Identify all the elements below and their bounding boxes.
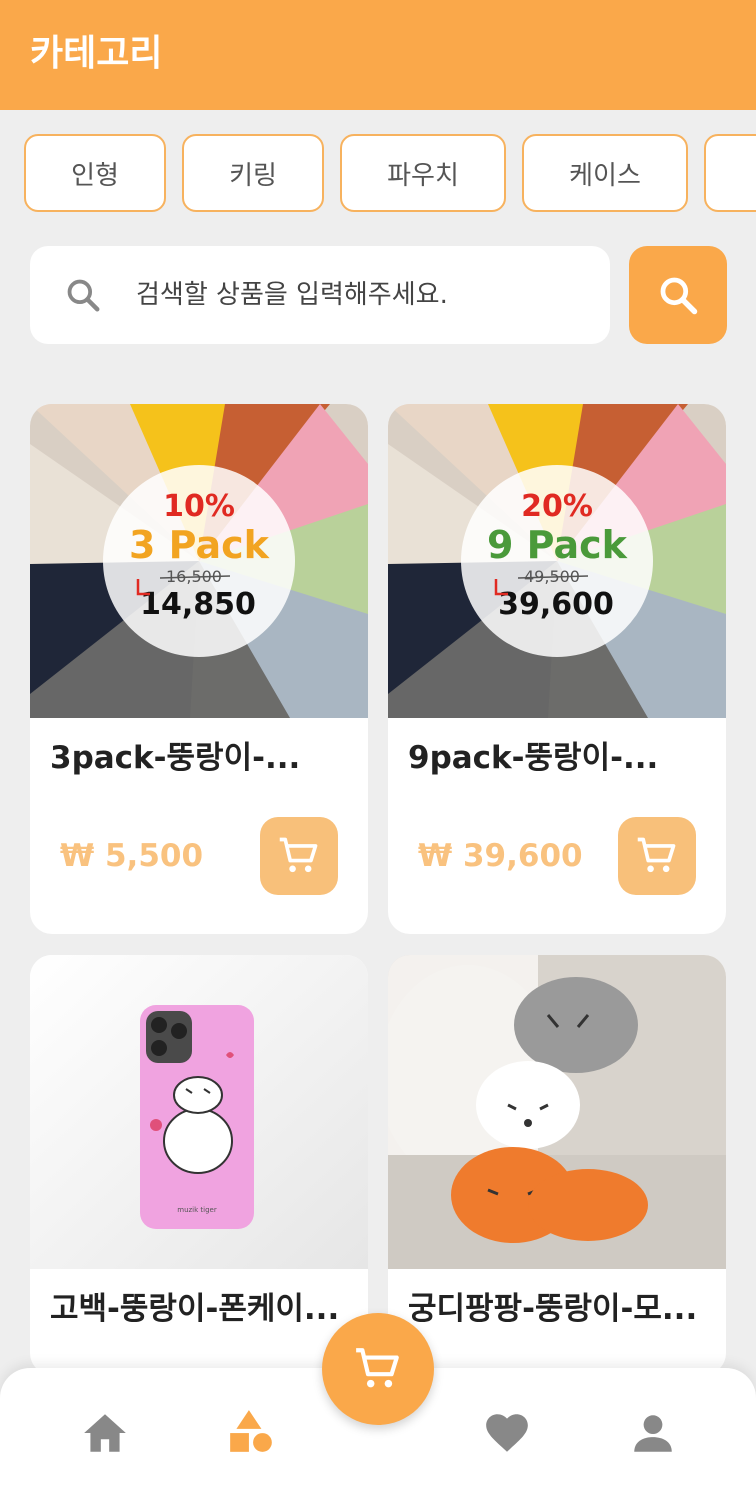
product-price: ₩ 39,600 — [418, 838, 583, 874]
product-name[interactable]: 3pack-뚱랑이-... — [50, 738, 350, 778]
pack-label: 3 Pack — [129, 523, 270, 567]
search-icon — [67, 279, 100, 312]
category-chip-pouch[interactable]: 파우치 — [340, 134, 506, 212]
shapes-icon[interactable] — [226, 1406, 276, 1456]
home-icon[interactable] — [80, 1408, 130, 1458]
product-image[interactable] — [388, 955, 726, 1269]
add-to-cart-button[interactable] — [618, 817, 696, 895]
discount-percent: 20% — [521, 489, 593, 524]
search-input[interactable]: 검색할 상품을 입력해주세요. — [136, 276, 448, 314]
category-chip-more[interactable] — [704, 134, 756, 212]
product-card[interactable]: muzik tiger 고백-뚱랑이-폰케이... — [30, 955, 368, 1375]
cart-fab-button[interactable] — [322, 1313, 434, 1425]
cart-icon — [356, 1348, 399, 1388]
cart-icon — [279, 837, 318, 873]
product-price: ₩ 5,500 — [60, 838, 204, 874]
cart-icon — [637, 837, 676, 873]
product-card[interactable]: 20% 9 Pack 49,500 39,600 9pack-뚱랑이-... ₩… — [388, 404, 726, 934]
heart-icon[interactable] — [482, 1408, 532, 1458]
add-to-cart-button[interactable] — [260, 817, 338, 895]
person-icon[interactable] — [628, 1408, 678, 1458]
category-chip-case[interactable]: 케이스 — [522, 134, 688, 212]
sale-price-text: 14,850 — [140, 587, 256, 622]
product-image[interactable]: muzik tiger — [30, 955, 368, 1269]
category-chip-keyring[interactable]: 키링 — [182, 134, 324, 212]
pack-label: 9 Pack — [487, 523, 628, 567]
search-bar[interactable]: 검색할 상품을 입력해주세요. — [30, 246, 610, 344]
product-image[interactable]: 20% 9 Pack 49,500 39,600 — [388, 404, 726, 718]
app-header: 카테고리 — [0, 0, 756, 110]
product-name[interactable]: 궁디팡팡-뚱랑이-모... — [408, 1289, 708, 1329]
search-button[interactable] — [629, 246, 727, 344]
product-card[interactable]: 10% 3 Pack 16,500 14,850 3pack-뚱랑이-... ₩… — [30, 404, 368, 934]
case-brand-text: muzik tiger — [177, 1206, 217, 1214]
page-title: 카테고리 — [30, 33, 163, 74]
category-chip-doll[interactable]: 인형 — [24, 134, 166, 212]
category-chip-row[interactable]: 인형 키링 파우치 케이스 — [0, 134, 756, 214]
product-name[interactable]: 고백-뚱랑이-폰케이... — [50, 1289, 350, 1329]
sale-price-text: 39,600 — [498, 587, 614, 622]
search-icon — [660, 277, 698, 315]
product-image[interactable]: 10% 3 Pack 16,500 14,850 — [30, 404, 368, 718]
product-card[interactable]: 궁디팡팡-뚱랑이-모... — [388, 955, 726, 1375]
product-name[interactable]: 9pack-뚱랑이-... — [408, 738, 708, 778]
discount-percent: 10% — [163, 489, 235, 524]
